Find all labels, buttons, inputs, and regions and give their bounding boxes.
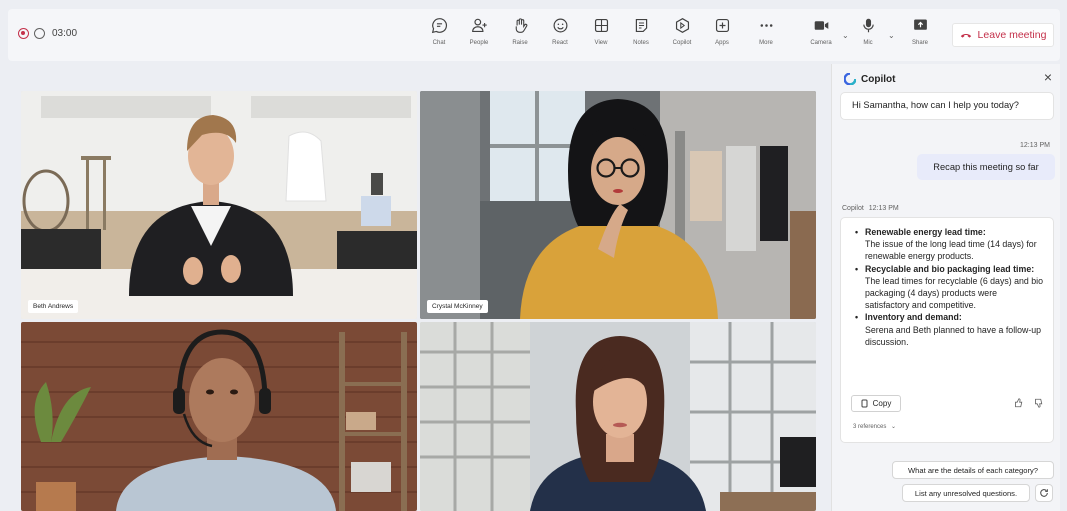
camera-button[interactable]: Camera bbox=[803, 17, 839, 55]
copilot-summary-message: Renewable energy lead time: The issue of… bbox=[840, 217, 1054, 443]
chat-button[interactable]: Chat bbox=[421, 17, 457, 55]
summary-heading: Inventory and demand: bbox=[865, 312, 962, 323]
recording-icon bbox=[18, 28, 29, 39]
refresh-suggestions-button[interactable] bbox=[1035, 484, 1053, 502]
thumbs-up-icon[interactable] bbox=[1013, 398, 1023, 408]
copilot-header: Copilot bbox=[844, 73, 895, 85]
participant-video bbox=[420, 322, 816, 511]
notes-button[interactable]: Notes bbox=[623, 17, 659, 55]
participant-video bbox=[21, 91, 417, 319]
copilot-reply-meta: Copilot 12:13 PM bbox=[842, 205, 899, 212]
notes-label: Notes bbox=[633, 40, 649, 46]
react-label: React bbox=[552, 40, 568, 46]
apps-icon bbox=[715, 18, 729, 33]
summary-item: Renewable energy lead time: The issue of… bbox=[855, 226, 1043, 263]
hang-up-icon bbox=[960, 34, 971, 38]
mic-options-chevron-icon[interactable]: ⌄ bbox=[888, 31, 895, 40]
copilot-button[interactable]: Copilot bbox=[664, 17, 700, 55]
mic-icon bbox=[862, 18, 874, 33]
apps-label: Apps bbox=[715, 40, 729, 46]
raise-hand-button[interactable]: Raise bbox=[502, 17, 538, 55]
react-icon bbox=[553, 18, 567, 33]
more-icon bbox=[760, 24, 772, 27]
leave-meeting-label: Leave meeting bbox=[977, 29, 1047, 41]
suggestion-text: List any unresolved questions. bbox=[914, 488, 1018, 498]
share-icon bbox=[913, 19, 927, 30]
meeting-timer: 03:00 bbox=[52, 28, 78, 39]
video-tile-beth-andrews[interactable]: Beth Andrews bbox=[21, 91, 417, 319]
feedback-controls bbox=[1013, 398, 1043, 408]
react-button[interactable]: React bbox=[542, 17, 578, 55]
summary-heading: Renewable energy lead time: bbox=[865, 227, 986, 237]
summary-heading: Recyclable and bio packaging lead time: bbox=[865, 263, 1035, 274]
video-tile-participant-4[interactable] bbox=[420, 322, 816, 511]
copilot-label: Copilot bbox=[672, 40, 692, 46]
leave-meeting-button[interactable]: Leave meeting bbox=[952, 23, 1054, 47]
chat-icon bbox=[431, 18, 447, 34]
user-message-timestamp: 12:13 PM bbox=[1020, 142, 1050, 149]
summary-item: Recyclable and bio packaging lead time: … bbox=[855, 263, 1043, 312]
suggestion-chip-details[interactable]: What are the details of each category? bbox=[892, 461, 1054, 479]
raise-label: Raise bbox=[512, 40, 528, 46]
people-icon bbox=[471, 18, 487, 33]
notes-icon bbox=[635, 18, 647, 33]
video-tile-crystal-mckinney[interactable]: Crystal McKinney bbox=[420, 91, 816, 319]
suggestion-text: What are the details of each category? bbox=[907, 465, 1038, 475]
summary-body: The lead times for recyclable (6 days) a… bbox=[865, 275, 1043, 311]
copilot-reply-sender: Copilot bbox=[842, 205, 864, 212]
status-icon bbox=[34, 28, 45, 39]
summary-body: The issue of the long lead time (14 days… bbox=[865, 239, 1037, 262]
apps-button[interactable]: Apps bbox=[704, 17, 740, 55]
more-button[interactable]: More bbox=[748, 17, 784, 55]
view-label: View bbox=[594, 40, 608, 46]
mic-label: Mic bbox=[863, 40, 873, 46]
summary-item: Inventory and demand: Serena and Beth pl… bbox=[855, 311, 1043, 348]
user-message-text: Recap this meeting so far bbox=[933, 162, 1039, 172]
close-icon[interactable]: × bbox=[1044, 69, 1052, 85]
meeting-toolbar: 03:00 Chat People Raise React View Notes… bbox=[8, 9, 1060, 61]
people-button[interactable]: People bbox=[461, 17, 497, 55]
references-label: 3 references bbox=[853, 424, 887, 430]
share-button[interactable]: Share bbox=[902, 17, 938, 55]
video-tile-participant-3[interactable] bbox=[21, 322, 417, 511]
view-icon bbox=[594, 18, 608, 33]
raise-hand-icon bbox=[515, 18, 527, 33]
greeting-text: Hi Samantha, how can I help you today? bbox=[852, 100, 1019, 110]
copilot-greeting-message: Hi Samantha, how can I help you today? bbox=[840, 92, 1054, 120]
references-toggle[interactable]: 3 references ⌄ bbox=[853, 423, 896, 430]
camera-icon bbox=[814, 21, 828, 30]
participant-video bbox=[21, 322, 417, 511]
participant-name-tag: Crystal McKinney bbox=[427, 300, 488, 313]
view-button[interactable]: View bbox=[583, 17, 619, 55]
copy-button[interactable]: Copy bbox=[851, 395, 901, 412]
copilot-panel: Copilot × Hi Samantha, how can I help yo… bbox=[831, 64, 1060, 511]
copilot-logo-icon bbox=[844, 73, 856, 85]
copy-icon bbox=[861, 399, 868, 408]
recording-indicator: 03:00 bbox=[18, 28, 77, 39]
user-message: Recap this meeting so far bbox=[917, 154, 1055, 180]
participant-video bbox=[420, 91, 816, 319]
people-label: People bbox=[469, 40, 489, 46]
copilot-icon bbox=[675, 18, 689, 33]
suggestion-chip-unresolved[interactable]: List any unresolved questions. bbox=[902, 484, 1030, 502]
chevron-down-icon: ⌄ bbox=[891, 424, 897, 430]
copy-label: Copy bbox=[872, 399, 892, 408]
thumbs-down-icon[interactable] bbox=[1033, 398, 1043, 408]
camera-label: Camera bbox=[810, 40, 832, 46]
chat-label: Chat bbox=[432, 40, 446, 46]
share-label: Share bbox=[911, 40, 928, 46]
summary-list: Renewable energy lead time: The issue of… bbox=[855, 226, 1043, 348]
summary-body: Serena and Beth planned to have a follow… bbox=[865, 324, 1042, 347]
copilot-reply-timestamp: 12:13 PM bbox=[868, 205, 899, 212]
more-label: More bbox=[759, 40, 773, 46]
copilot-title: Copilot bbox=[861, 73, 896, 85]
refresh-icon bbox=[1040, 489, 1048, 497]
camera-options-chevron-icon[interactable]: ⌄ bbox=[842, 31, 849, 40]
mic-button[interactable]: Mic bbox=[850, 17, 886, 55]
participant-name-tag: Beth Andrews bbox=[28, 300, 79, 313]
